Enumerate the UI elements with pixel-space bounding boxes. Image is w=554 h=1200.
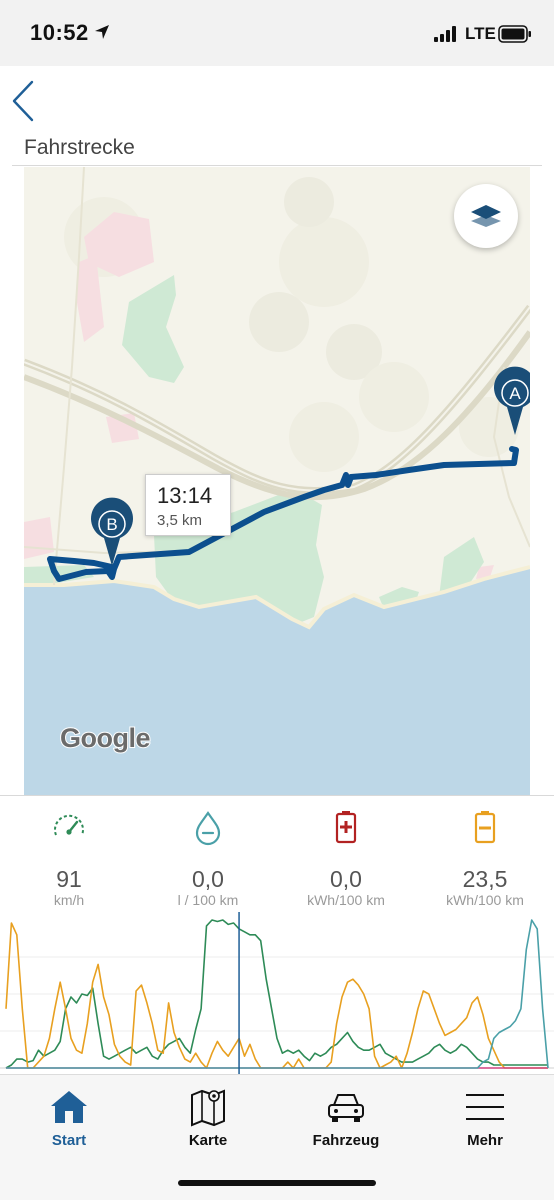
fuel-unit: l / 100 km: [177, 892, 239, 908]
signal-bars-icon: [434, 26, 456, 42]
map-layers-button[interactable]: [454, 184, 518, 248]
metric-speed: 91 km/h: [0, 808, 138, 912]
speed-value: 91: [56, 866, 82, 892]
speed-unit: km/h: [53, 892, 85, 908]
speedometer-icon: [54, 814, 84, 836]
google-logo: Google: [59, 722, 152, 754]
fuel-value: 0,0: [192, 866, 224, 892]
map-canvas[interactable]: A B: [24, 167, 530, 795]
terrain-blob: [359, 362, 429, 432]
title-divider: [12, 165, 542, 166]
battery-discharge-icon: [474, 811, 496, 844]
map-icon: [191, 1089, 225, 1127]
tab-karte[interactable]: Karte: [139, 1085, 277, 1155]
consumption-value: 23,5: [462, 866, 508, 892]
page-title: Fahrstrecke: [24, 136, 135, 159]
marker-b-label: B: [106, 515, 117, 534]
fuel-drop-icon: [195, 811, 221, 846]
trip-chart[interactable]: [0, 912, 554, 1074]
car-icon: [328, 1094, 364, 1122]
metric-energy-consumption: 23,5 kWh/100 km: [416, 808, 554, 912]
network-type: LTE: [465, 24, 496, 43]
tab-karte-label: Karte: [188, 1132, 228, 1149]
consumption-unit: kWh/100 km: [446, 892, 524, 908]
home-indicator: [178, 1180, 376, 1186]
tab-start[interactable]: Start: [0, 1085, 138, 1155]
tab-mehr[interactable]: Mehr: [416, 1085, 554, 1155]
tab-fahrzeug-label: Fahrzeug: [312, 1132, 380, 1149]
trip-distance: 3,5 km: [157, 512, 203, 529]
metrics-divider: [0, 795, 554, 796]
back-button[interactable]: [8, 78, 42, 124]
status-bar: 10:52 LTE: [0, 0, 554, 66]
home-icon: [51, 1091, 87, 1123]
urban-area: [24, 517, 54, 559]
battery-charge-icon: [335, 811, 357, 844]
route-map[interactable]: A B 13:14 3,5 km Google: [24, 167, 530, 795]
location-arrow-icon: [95, 25, 109, 39]
terrain-blob: [249, 292, 309, 352]
status-time: 10:52: [30, 20, 89, 45]
metric-fuel: 0,0 l / 100 km: [139, 808, 277, 912]
terrain-blob: [289, 402, 359, 472]
tab-mehr-label: Mehr: [467, 1132, 503, 1149]
marker-a-label: A: [509, 384, 521, 403]
metric-energy-charge: 0,0 kWh/100 km: [277, 808, 415, 912]
battery-icon: [498, 25, 531, 43]
trip-duration: 13:14: [157, 483, 213, 508]
menu-icon: [466, 1094, 504, 1120]
route-tooltip: 13:14 3,5 km: [145, 474, 231, 536]
charge-unit: kWh/100 km: [307, 892, 385, 908]
tab-fahrzeug[interactable]: Fahrzeug: [277, 1085, 415, 1155]
terrain-blob: [279, 217, 369, 307]
terrain-blob: [284, 177, 334, 227]
charge-value: 0,0: [330, 866, 362, 892]
layers-icon: [471, 205, 501, 227]
tab-start-label: Start: [51, 1132, 87, 1149]
